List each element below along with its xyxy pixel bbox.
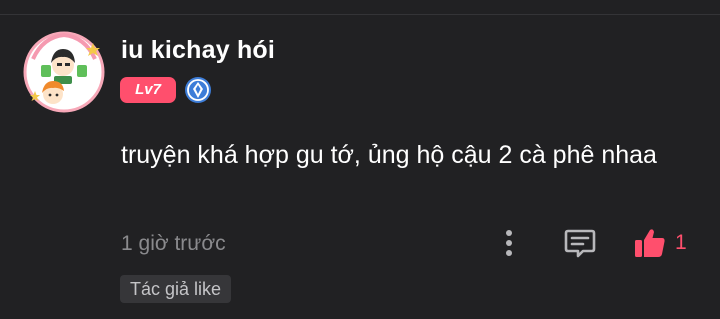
comment-icon[interactable] — [563, 226, 597, 260]
diamond-badge-icon — [185, 77, 211, 103]
level-badge: Lv7 — [120, 77, 176, 103]
author-like-badge: Tác giả like — [120, 275, 232, 303]
thumbs-up-icon — [635, 229, 665, 257]
avatar[interactable] — [23, 31, 105, 113]
top-divider — [0, 14, 720, 15]
comment-text: truyện khá hợp gu tớ, ủng hộ cậu 2 cà ph… — [121, 141, 657, 169]
like-button[interactable]: 1 — [633, 225, 687, 261]
like-count: 1 — [675, 231, 687, 254]
username[interactable]: iu kichay hói — [121, 36, 275, 65]
comment-timestamp: 1 giờ trước — [121, 232, 226, 255]
more-vertical-icon[interactable] — [496, 227, 522, 259]
